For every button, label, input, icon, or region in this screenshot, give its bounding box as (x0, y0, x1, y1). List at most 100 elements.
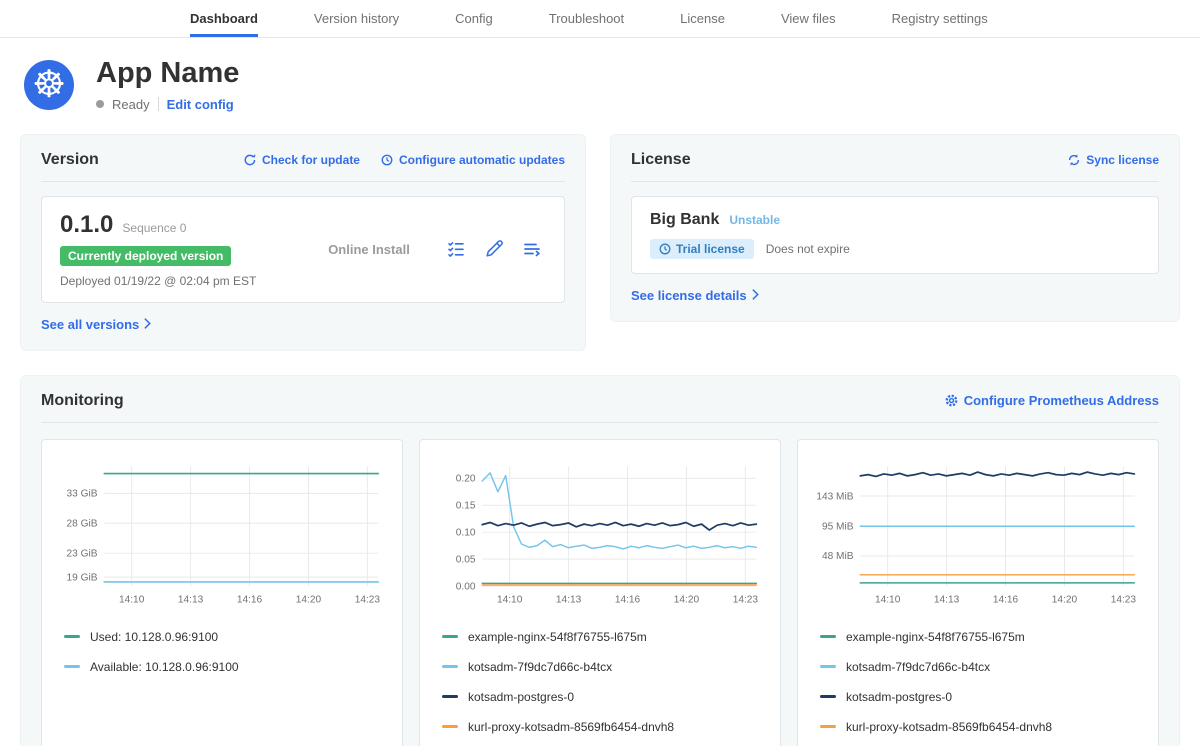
svg-text:95 MiB: 95 MiB (822, 522, 854, 533)
edit-config-link[interactable]: Edit config (167, 97, 234, 112)
tab-troubleshoot[interactable]: Troubleshoot (549, 0, 624, 37)
svg-text:14:16: 14:16 (993, 594, 1019, 605)
chart-title: Disk Usage (56, 734, 388, 746)
series-swatch (442, 665, 458, 668)
svg-text:0.05: 0.05 (456, 554, 476, 565)
configure-prometheus-label: Configure Prometheus Address (964, 393, 1159, 408)
svg-text:33 GiB: 33 GiB (67, 489, 98, 500)
legend-item: example-nginx-54f8f76755-l675m (442, 630, 766, 644)
legend-item: kotsadm-7f9dc7d66c-b4tcx (820, 660, 1144, 674)
series-label: kotsadm-7f9dc7d66c-b4tcx (846, 660, 990, 674)
legend-item: kotsadm-postgres-0 (442, 690, 766, 704)
app-header: ☸ App Name Ready Edit config (0, 38, 1200, 120)
legend-item: Available: 10.128.0.96:9100 (64, 660, 388, 674)
release-notes-icon[interactable] (446, 239, 466, 259)
tab-registry-settings[interactable]: Registry settings (892, 0, 988, 37)
chart-title: CPU Usage (434, 734, 766, 746)
series-label: kurl-proxy-kotsadm-8569fb6454-dnvh8 (468, 720, 674, 734)
series-swatch (442, 695, 458, 698)
svg-text:14:23: 14:23 (355, 594, 381, 605)
memory-usage-legend: example-nginx-54f8f76755-l675m kotsadm-7… (812, 630, 1144, 734)
edit-config-icon[interactable] (484, 239, 504, 259)
legend-item: example-nginx-54f8f76755-l675m (820, 630, 1144, 644)
legend-item: kotsadm-postgres-0 (820, 690, 1144, 704)
memory-usage-card: 48 MiB95 MiB143 MiB14:1014:1314:1614:201… (797, 439, 1159, 746)
svg-text:14:16: 14:16 (237, 594, 263, 605)
svg-text:14:10: 14:10 (119, 594, 145, 605)
see-license-details-link[interactable]: See license details (631, 288, 759, 303)
monitoring-card: Monitoring Configure Prometheus Address … (20, 375, 1180, 746)
monitoring-title: Monitoring (41, 392, 124, 410)
chevron-right-icon (752, 288, 759, 303)
legend-item: kotsadm-7f9dc7d66c-b4tcx (442, 660, 766, 674)
series-swatch (820, 695, 836, 698)
svg-text:28 GiB: 28 GiB (67, 519, 98, 530)
series-swatch (820, 665, 836, 668)
memory-usage-chart: 48 MiB95 MiB143 MiB14:1014:1314:1614:201… (812, 454, 1144, 612)
license-expiry: Does not expire (766, 242, 850, 256)
license-box: Big Bank Unstable Trial license Does not… (631, 196, 1159, 274)
sync-license-link[interactable]: Sync license (1067, 153, 1159, 167)
disk-usage-card: 19 GiB23 GiB28 GiB33 GiB14:1014:1314:161… (41, 439, 403, 746)
sync-license-label: Sync license (1086, 153, 1159, 167)
see-all-versions-link[interactable]: See all versions (41, 317, 151, 332)
trial-license-label: Trial license (676, 242, 745, 256)
install-type-label: Online Install (292, 242, 446, 257)
configure-prometheus-link[interactable]: Configure Prometheus Address (944, 393, 1159, 408)
top-nav: Dashboard Version history Config Trouble… (0, 0, 1200, 38)
cpu-usage-legend: example-nginx-54f8f76755-l675m kotsadm-7… (434, 630, 766, 734)
app-status-label: Ready (112, 97, 150, 112)
sync-icon (1067, 153, 1081, 167)
status-dot (96, 100, 104, 108)
divider (158, 97, 159, 111)
license-card-title: License (631, 151, 691, 169)
svg-text:143 MiB: 143 MiB (816, 491, 853, 502)
app-logo: ☸ (24, 60, 74, 110)
series-swatch (820, 725, 836, 728)
check-for-update-label: Check for update (262, 153, 360, 167)
deploy-logs-icon[interactable] (522, 239, 542, 259)
svg-text:48 MiB: 48 MiB (822, 551, 854, 562)
tab-license[interactable]: License (680, 0, 725, 37)
version-card-title: Version (41, 151, 99, 169)
cpu-usage-card: 0.000.050.100.150.2014:1014:1314:1614:20… (419, 439, 781, 746)
svg-text:14:20: 14:20 (674, 594, 700, 605)
current-version-box: 0.1.0 Sequence 0 Currently deployed vers… (41, 196, 565, 303)
series-label: Used: 10.128.0.96:9100 (90, 630, 218, 644)
svg-text:0.20: 0.20 (456, 474, 476, 485)
sequence-label: Sequence 0 (122, 221, 186, 235)
chart-title: Memory Usage (812, 734, 1144, 746)
cpu-usage-chart: 0.000.050.100.150.2014:1014:1314:1614:20… (434, 454, 766, 612)
svg-text:14:13: 14:13 (556, 594, 582, 605)
disk-usage-chart: 19 GiB23 GiB28 GiB33 GiB14:1014:1314:161… (56, 454, 388, 612)
tab-view-files[interactable]: View files (781, 0, 836, 37)
page-title: App Name (96, 58, 239, 90)
svg-text:14:16: 14:16 (615, 594, 641, 605)
check-for-update-link[interactable]: Check for update (243, 153, 360, 167)
kubernetes-icon: ☸ (32, 66, 66, 104)
svg-text:0.00: 0.00 (456, 581, 476, 592)
series-swatch (820, 635, 836, 638)
series-label: Available: 10.128.0.96:9100 (90, 660, 239, 674)
series-swatch (442, 635, 458, 638)
svg-text:0.15: 0.15 (456, 500, 476, 511)
tab-version-history[interactable]: Version history (314, 0, 399, 37)
deployed-timestamp: Deployed 01/19/22 @ 02:04 pm EST (60, 274, 292, 288)
series-swatch (64, 665, 80, 668)
trial-license-badge: Trial license (650, 239, 754, 259)
tab-dashboard[interactable]: Dashboard (190, 0, 258, 37)
svg-text:14:20: 14:20 (1052, 594, 1078, 605)
svg-text:23 GiB: 23 GiB (67, 548, 98, 559)
see-license-details-label: See license details (631, 288, 747, 303)
license-assignee: Big Bank (650, 211, 719, 229)
tab-config[interactable]: Config (455, 0, 493, 37)
configure-automatic-updates-link[interactable]: Configure automatic updates (380, 153, 565, 167)
svg-text:19 GiB: 19 GiB (67, 572, 98, 583)
clock-icon (659, 243, 671, 255)
refresh-icon (243, 153, 257, 167)
svg-text:0.10: 0.10 (456, 527, 476, 538)
series-label: kurl-proxy-kotsadm-8569fb6454-dnvh8 (846, 720, 1052, 734)
svg-text:14:20: 14:20 (296, 594, 322, 605)
disk-usage-legend: Used: 10.128.0.96:9100 Available: 10.128… (56, 630, 388, 674)
cards-row: Version Check for update Configure autom… (0, 120, 1200, 351)
